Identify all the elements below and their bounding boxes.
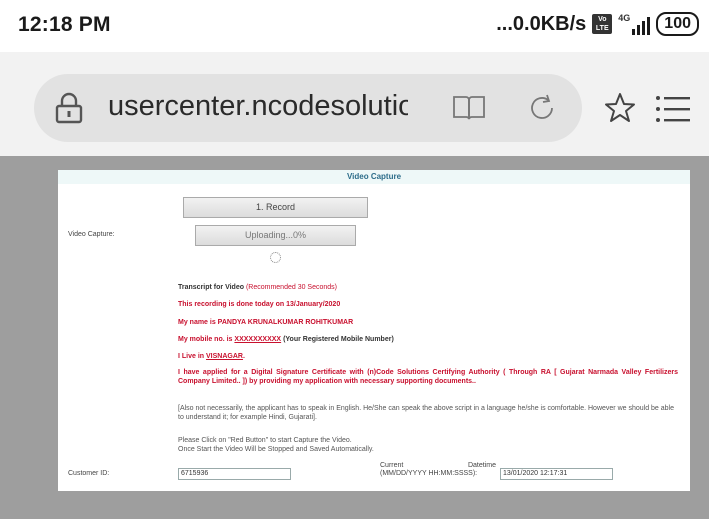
menu-icon[interactable] <box>655 94 691 124</box>
url-text[interactable]: usercenter.ncodesolutions.com <box>108 90 408 126</box>
instruction-line-1: Please Click on "Red Button" to start Ca… <box>178 437 352 444</box>
transcript-date-line: This recording is done today on 13/Janua… <box>178 301 341 308</box>
network-speed: ...0.0KB/s <box>496 12 587 35</box>
transcript-live-line: I Live in VISNAGAR. <box>178 352 245 361</box>
transcript-title-line: Transcript for Video (Recommended 30 Sec… <box>178 283 337 292</box>
status-time: 12:18 PM <box>18 13 111 36</box>
reload-icon[interactable] <box>526 92 558 124</box>
mobile-value: XXXXXXXXXX <box>234 336 282 343</box>
address-bar[interactable]: usercenter.ncodesolutions.com <box>34 74 582 142</box>
transcript-name-line: My name is PANDYA KRUNALKUMAR ROHITKUMAR <box>178 319 354 326</box>
datetime-label-datetime: Datetime <box>467 462 496 469</box>
mobile-suffix: (Your Registered Mobile Number) <box>283 336 394 343</box>
video-capture-form: Video Capture 1. Record Video Capture: U… <box>58 170 690 491</box>
transcript-note: (Recommended 30 Seconds) <box>245 284 338 291</box>
mobile-prefix: My mobile no. is <box>178 336 233 343</box>
transcript-title: Transcript for Video <box>178 284 244 291</box>
signal-icon: 4G <box>618 13 651 35</box>
network-type: 4G <box>618 13 631 23</box>
datetime-label-format: (MM/DD/YYYY HH:MM:SSSS): <box>380 470 478 477</box>
reader-mode-icon[interactable] <box>452 94 486 122</box>
live-suffix: . <box>242 353 245 360</box>
web-content: Video Capture 1. Record Video Capture: U… <box>0 156 709 519</box>
instruction-line-2: Once Start the Video Will be Stopped and… <box>178 446 374 453</box>
datetime-label: Current Datetime (MM/DD/YYYY HH:MM:SSSS)… <box>380 462 496 478</box>
record-button[interactable]: 1. Record <box>183 197 368 218</box>
datetime-label-current: Current <box>380 462 404 469</box>
form-header: Video Capture <box>58 170 690 184</box>
status-bar: 12:18 PM ...0.0KB/s Vo LTE 4G 100 <box>0 0 709 52</box>
transcript-applied-line: I have applied for a Digital Signature C… <box>178 369 678 385</box>
volte-icon: Vo LTE <box>592 14 613 34</box>
transcript-mobile-line: My mobile no. is XXXXXXXXXX (Your Regist… <box>178 335 394 344</box>
live-city: VISNAGAR <box>206 353 243 360</box>
loading-spinner-icon <box>270 252 281 263</box>
bookmark-star-icon[interactable] <box>604 92 636 124</box>
browser-toolbar: usercenter.ncodesolutions.com <box>0 52 709 156</box>
customer-id-field[interactable]: 6715936 <box>178 468 291 480</box>
live-prefix: I Live in <box>178 353 205 360</box>
status-indicators: ...0.0KB/s Vo LTE 4G 100 <box>496 12 699 36</box>
lock-icon <box>55 92 83 124</box>
video-capture-label: Video Capture: <box>68 231 115 238</box>
battery-icon: 100 <box>656 12 699 36</box>
language-note: [Also not necessarily, the applicant has… <box>178 405 674 421</box>
datetime-field[interactable]: 13/01/2020 12:17:31 <box>500 468 613 480</box>
customer-id-label: Customer ID: <box>68 470 110 477</box>
uploading-button[interactable]: Uploading...0% <box>195 225 356 246</box>
